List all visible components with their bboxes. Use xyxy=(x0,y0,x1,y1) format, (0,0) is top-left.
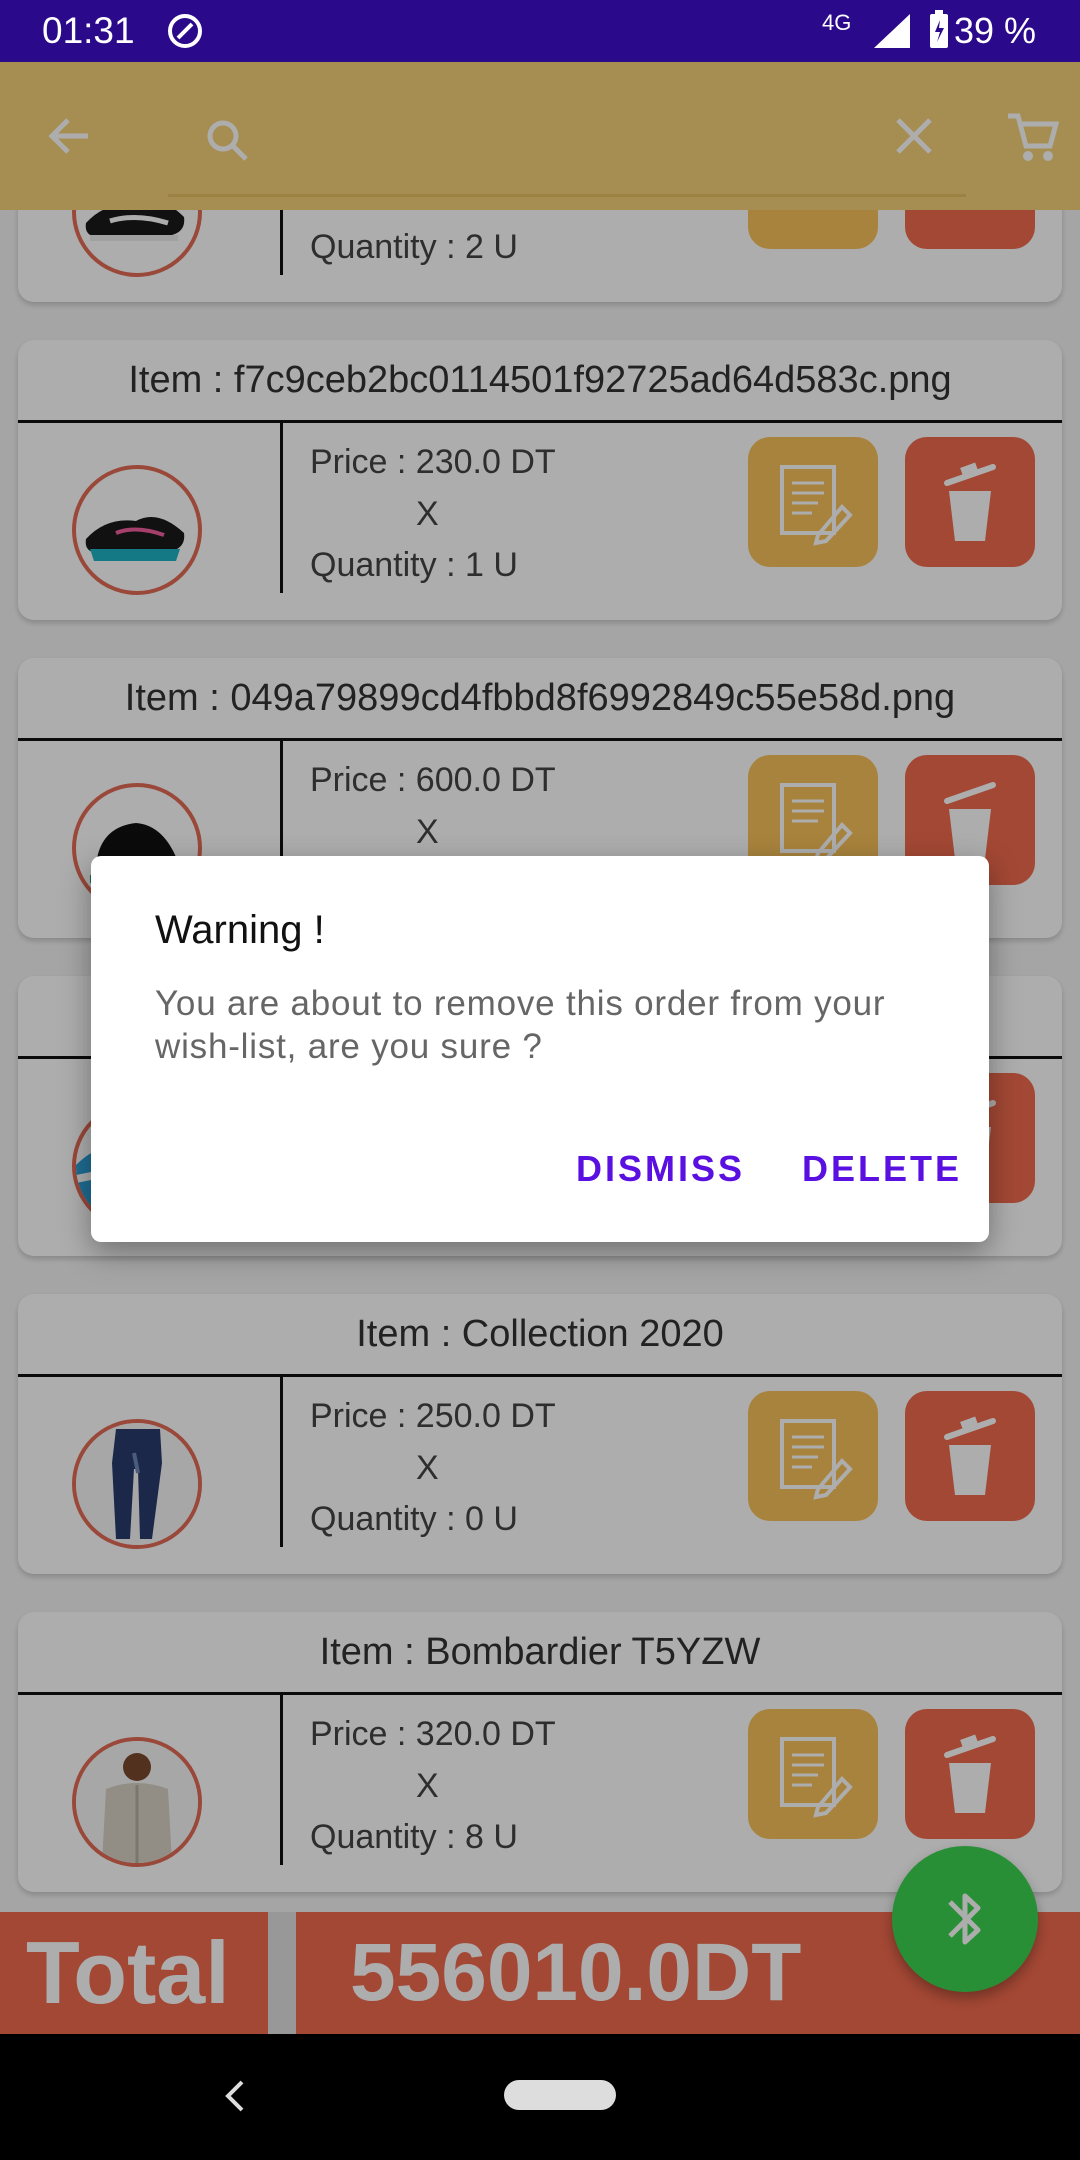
signal-icon xyxy=(874,14,910,48)
status-bar: 01:31 4G 39 % xyxy=(0,0,1080,62)
battery-percent: 39 % xyxy=(953,10,1036,51)
dialog-title: Warning ! xyxy=(155,908,325,952)
network-type: 4G xyxy=(822,10,852,35)
clock: 01:31 xyxy=(42,10,135,51)
warning-dialog: Warning ! You are about to remove this o… xyxy=(91,856,989,1242)
delete-button[interactable]: DELETE xyxy=(802,1148,962,1190)
battery-icon xyxy=(930,10,948,48)
sync-icon xyxy=(168,14,202,48)
home-button[interactable] xyxy=(504,2080,616,2110)
navigation-bar xyxy=(0,2034,1080,2160)
dismiss-button[interactable]: DISMISS xyxy=(576,1148,745,1190)
dialog-message: You are about to remove this order from … xyxy=(155,984,886,1066)
nav-back-icon[interactable] xyxy=(220,2076,250,2116)
